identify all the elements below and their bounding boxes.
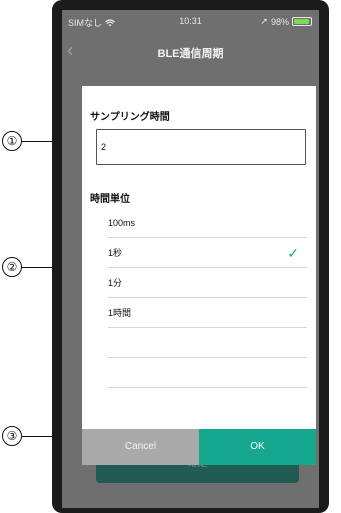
unit-option-label: 1時間 xyxy=(108,308,132,318)
unit-option-hour[interactable]: 1時間 xyxy=(108,298,307,328)
unit-option-second[interactable]: 1秒 ✓ xyxy=(108,238,307,268)
page-title: BLE通信周期 xyxy=(157,48,224,60)
unit-dialog: サンプリング時間 時間単位 100ms 1秒 ✓ 1分 1時間 Cancel O… xyxy=(82,86,316,465)
unit-option-100ms[interactable]: 100ms xyxy=(108,208,307,238)
checkmark-icon: ✓ xyxy=(287,245,299,261)
status-bar: SIMなし 10:31 ➚ 98% xyxy=(62,10,319,30)
phone-screen: SIMなし 10:31 ➚ 98% ‹ BLE通信周期 確定 xyxy=(62,10,319,508)
unit-option-label: 1秒 xyxy=(108,248,123,258)
empty-row-divider xyxy=(108,387,307,388)
callout-3: ③ xyxy=(2,426,22,446)
battery-icon xyxy=(292,17,312,26)
battery-percent: 98% xyxy=(270,16,289,27)
unit-option-label: 100ms xyxy=(108,218,136,228)
empty-row-divider xyxy=(108,357,307,358)
sampling-time-label: サンプリング時間 xyxy=(90,112,170,123)
callout-2: ② xyxy=(2,257,22,277)
ok-button[interactable]: OK xyxy=(199,429,316,465)
location-arrow-icon: ➚ xyxy=(260,16,268,26)
time-unit-label: 時間単位 xyxy=(90,194,130,205)
cancel-button[interactable]: Cancel xyxy=(82,429,199,465)
phone-frame: SIMなし 10:31 ➚ 98% ‹ BLE通信周期 確定 xyxy=(52,0,329,513)
unit-option-minute[interactable]: 1分 xyxy=(108,268,307,298)
callout-1: ① xyxy=(2,131,22,151)
sampling-time-input[interactable] xyxy=(96,129,306,165)
nav-bar: ‹ BLE通信周期 xyxy=(62,36,319,66)
unit-option-label: 1分 xyxy=(108,278,123,288)
status-right: ➚ 98% xyxy=(260,16,312,27)
